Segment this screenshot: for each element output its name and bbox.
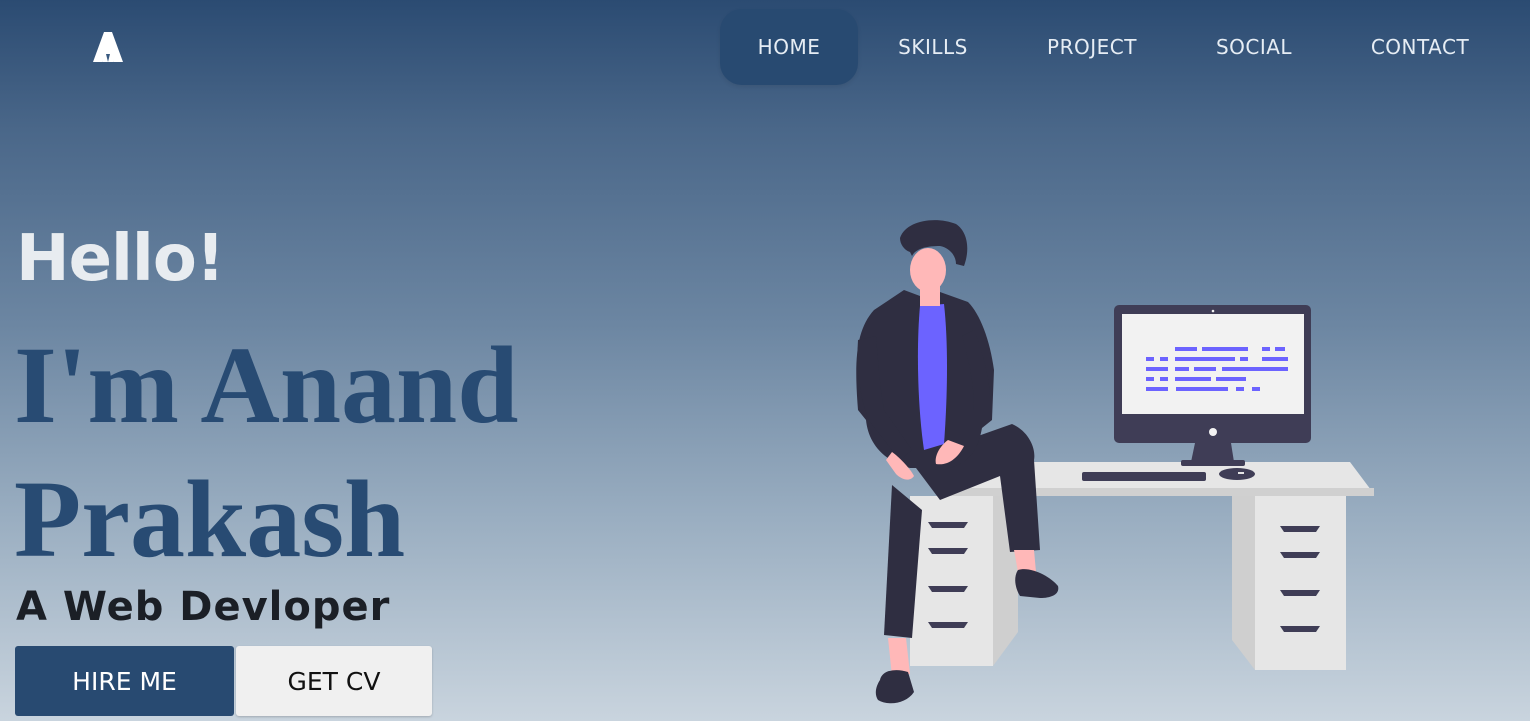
developer-at-desk-illustration xyxy=(840,210,1400,715)
nav-item-skills[interactable]: SKILLS xyxy=(880,9,986,85)
hero-name-line2: Prakash xyxy=(14,458,406,580)
logo-icon[interactable] xyxy=(92,30,124,64)
hero-greeting: Hello! xyxy=(16,222,225,296)
nav-item-project[interactable]: PROJECT xyxy=(1030,9,1154,85)
hero-name-line1: I'm Anand xyxy=(14,324,519,446)
nav-item-home[interactable]: HOME xyxy=(720,9,858,85)
nav-item-contact[interactable]: CONTACT xyxy=(1356,9,1484,85)
hero-name: I'm Anand Prakash xyxy=(14,318,614,586)
get-cv-button[interactable]: GET CV xyxy=(236,646,432,716)
nav-item-social[interactable]: SOCIAL xyxy=(1202,9,1306,85)
hire-me-button[interactable]: HIRE ME xyxy=(15,646,234,716)
main-nav: HOME SKILLS PROJECT SOCIAL CONTACT xyxy=(720,9,1510,85)
hero-role: A Web Devloper xyxy=(16,584,391,630)
